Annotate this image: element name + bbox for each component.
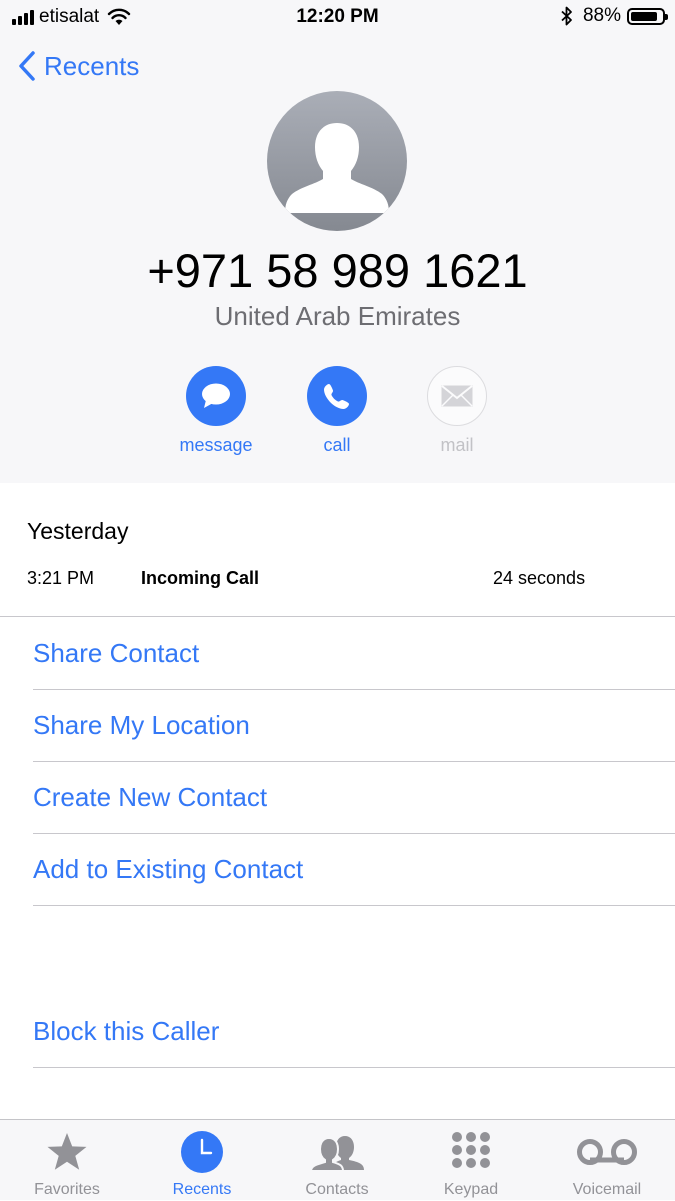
message-label: message xyxy=(179,435,253,455)
clock-icon xyxy=(142,1130,262,1174)
message-button[interactable]: message xyxy=(166,366,266,456)
avatar xyxy=(267,91,407,231)
message-icon xyxy=(186,366,246,426)
battery-icon xyxy=(627,7,668,25)
keypad-icon xyxy=(411,1130,531,1174)
back-button[interactable]: Recents xyxy=(18,50,139,82)
phone-icon xyxy=(307,366,367,426)
call-label: call xyxy=(323,435,351,455)
add-existing-contact-label: Add to Existing Contact xyxy=(33,854,304,884)
envelope-icon xyxy=(427,366,487,426)
call-type: Incoming Call xyxy=(141,568,260,588)
mail-label: mail xyxy=(440,435,474,455)
tab-contacts[interactable]: Contacts xyxy=(277,1120,397,1201)
back-label: Recents xyxy=(44,50,140,81)
call-duration: 24 seconds xyxy=(493,568,586,588)
tab-label: Favorites xyxy=(34,1181,100,1198)
tab-favorites[interactable]: Favorites xyxy=(7,1120,127,1201)
call-log-date: Yesterday xyxy=(27,518,129,544)
block-caller-button[interactable]: Block this Caller xyxy=(33,996,675,1068)
call-log-entry: 3:21 PM Incoming Call 24 seconds xyxy=(27,568,647,590)
bluetooth-icon xyxy=(561,6,572,26)
add-existing-contact-button[interactable]: Add to Existing Contact xyxy=(33,834,675,906)
mail-button[interactable]: mail xyxy=(407,366,507,456)
contacts-icon xyxy=(277,1130,397,1174)
share-contact-button[interactable]: Share Contact xyxy=(33,618,675,690)
contact-header: Recents +971 58 989 1621 United Arab Emi… xyxy=(0,0,675,483)
chevron-left-icon xyxy=(19,51,35,81)
divider xyxy=(33,905,675,906)
call-time: 3:21 PM xyxy=(27,568,95,588)
call-button[interactable]: call xyxy=(287,366,387,456)
status-bar: etisalat 12:20 PM 88% xyxy=(0,0,675,36)
tab-label: Contacts xyxy=(305,1181,369,1198)
block-caller-label: Block this Caller xyxy=(33,1016,220,1046)
tab-bar: Favorites Recents Contacts Keypad Voicem… xyxy=(0,1119,675,1200)
tab-label: Voicemail xyxy=(572,1181,642,1198)
person-silhouette-icon xyxy=(285,123,389,213)
share-contact-label: Share Contact xyxy=(33,638,200,668)
tab-label: Recents xyxy=(172,1181,232,1198)
voicemail-icon xyxy=(547,1130,667,1174)
create-contact-label: Create New Contact xyxy=(33,782,268,812)
contact-country: United Arab Emirates xyxy=(214,301,461,331)
battery-percent: 88% xyxy=(582,5,621,26)
share-location-button[interactable]: Share My Location xyxy=(33,690,675,762)
tab-label: Keypad xyxy=(443,1181,499,1198)
tab-keypad[interactable]: Keypad xyxy=(411,1120,531,1201)
share-location-label: Share My Location xyxy=(33,710,250,740)
section-divider xyxy=(0,616,675,617)
star-icon xyxy=(7,1130,127,1174)
divider xyxy=(33,1067,675,1068)
create-contact-button[interactable]: Create New Contact xyxy=(33,762,675,834)
contact-phone-number: +971 58 989 1621 xyxy=(147,244,528,297)
tab-voicemail[interactable]: Voicemail xyxy=(547,1120,667,1201)
tab-recents[interactable]: Recents xyxy=(142,1120,262,1201)
